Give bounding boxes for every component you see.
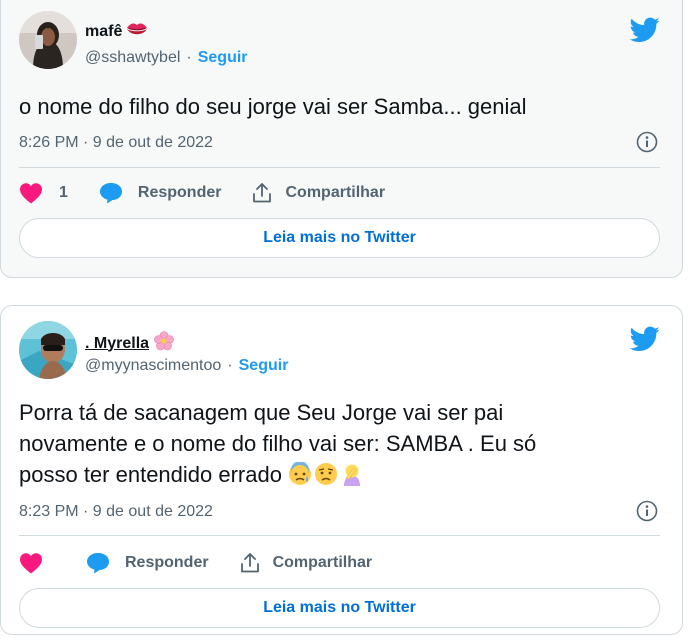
author-name[interactable]: mafê xyxy=(85,23,122,41)
share-button[interactable]: Compartilhar xyxy=(239,552,373,574)
facepalm-icon xyxy=(344,464,361,486)
tweet-text: Porra tá de sacanagem que Seu Jorge vai … xyxy=(19,397,652,490)
author-name[interactable]: . Myrella xyxy=(85,335,149,353)
reply-label: Responder xyxy=(137,184,222,201)
follow-button[interactable]: Seguir xyxy=(198,49,248,67)
author-handle[interactable]: @sshawtybel xyxy=(85,49,180,67)
share-label: Compartilhar xyxy=(272,554,373,571)
heart-icon xyxy=(20,183,42,204)
separator-dot: · xyxy=(227,357,233,374)
twitter-bird-icon[interactable] xyxy=(630,326,660,352)
read-more-label: Leia mais no Twitter xyxy=(263,229,416,246)
info-icon[interactable] xyxy=(636,500,658,522)
action-bar: Responder Compartilhar xyxy=(19,551,372,575)
reply-bubble-icon xyxy=(87,553,109,574)
share-label: Compartilhar xyxy=(285,184,386,201)
sad-face-icon xyxy=(315,463,338,485)
share-button[interactable]: Compartilhar xyxy=(251,182,385,204)
cherry-blossom-icon xyxy=(153,330,175,357)
twitter-bird-icon[interactable] xyxy=(630,17,660,43)
reply-bubble-icon xyxy=(99,183,122,204)
reply-button[interactable]: Responder xyxy=(85,551,209,575)
divider xyxy=(19,167,660,168)
follow-button[interactable]: Seguir xyxy=(239,357,289,375)
like-count: 1 xyxy=(59,184,68,201)
reply-label: Responder xyxy=(125,554,209,571)
read-more-label: Leia mais no Twitter xyxy=(263,599,416,616)
author-handle[interactable]: @myynascimentoo xyxy=(85,357,221,375)
info-icon[interactable] xyxy=(636,131,658,153)
avatar[interactable] xyxy=(19,11,77,69)
separator-dot: · xyxy=(186,49,192,66)
divider xyxy=(19,535,660,536)
anxious-face-icon xyxy=(289,462,312,485)
share-icon xyxy=(253,183,272,203)
author-name-row: mafê xyxy=(85,21,148,42)
share-icon xyxy=(240,553,259,573)
tweet-text-line: posso ter entendido errado xyxy=(19,462,282,487)
tweet-card: mafê @sshawtybel · Seguir o nome do filh… xyxy=(0,0,683,278)
tweet-text: o nome do filho do seu jorge vai ser Sam… xyxy=(19,94,527,119)
tweet-text-line: novamente e o nome do filho vai ser: SAM… xyxy=(19,431,537,456)
handle-row: @myynascimentoo · Seguir xyxy=(85,357,288,375)
like-button[interactable]: 1 xyxy=(19,182,68,204)
tweet-text-line-wrap: posso ter entendido errado xyxy=(19,459,652,490)
tweet-card: . Myrella @myynascimentoo · Seguir Porra… xyxy=(0,305,683,635)
handle-row: @sshawtybel · Seguir xyxy=(85,49,248,67)
lips-icon xyxy=(126,21,148,42)
author-name-row: . Myrella xyxy=(85,330,175,357)
avatar[interactable] xyxy=(19,321,77,379)
action-bar: 1 Responder Compartilhar xyxy=(19,181,385,205)
reply-button[interactable]: Responder xyxy=(98,181,222,205)
read-more-button[interactable]: Leia mais no Twitter xyxy=(19,588,660,628)
like-button[interactable] xyxy=(19,552,43,574)
tweet-timestamp[interactable]: 8:23 PM · 9 de out de 2022 xyxy=(19,503,213,521)
tweet-text-line: Porra tá de sacanagem que Seu Jorge vai … xyxy=(19,400,504,425)
heart-icon xyxy=(20,553,42,574)
read-more-button[interactable]: Leia mais no Twitter xyxy=(19,218,660,258)
tweet-timestamp[interactable]: 8:26 PM · 9 de out de 2022 xyxy=(19,134,213,152)
